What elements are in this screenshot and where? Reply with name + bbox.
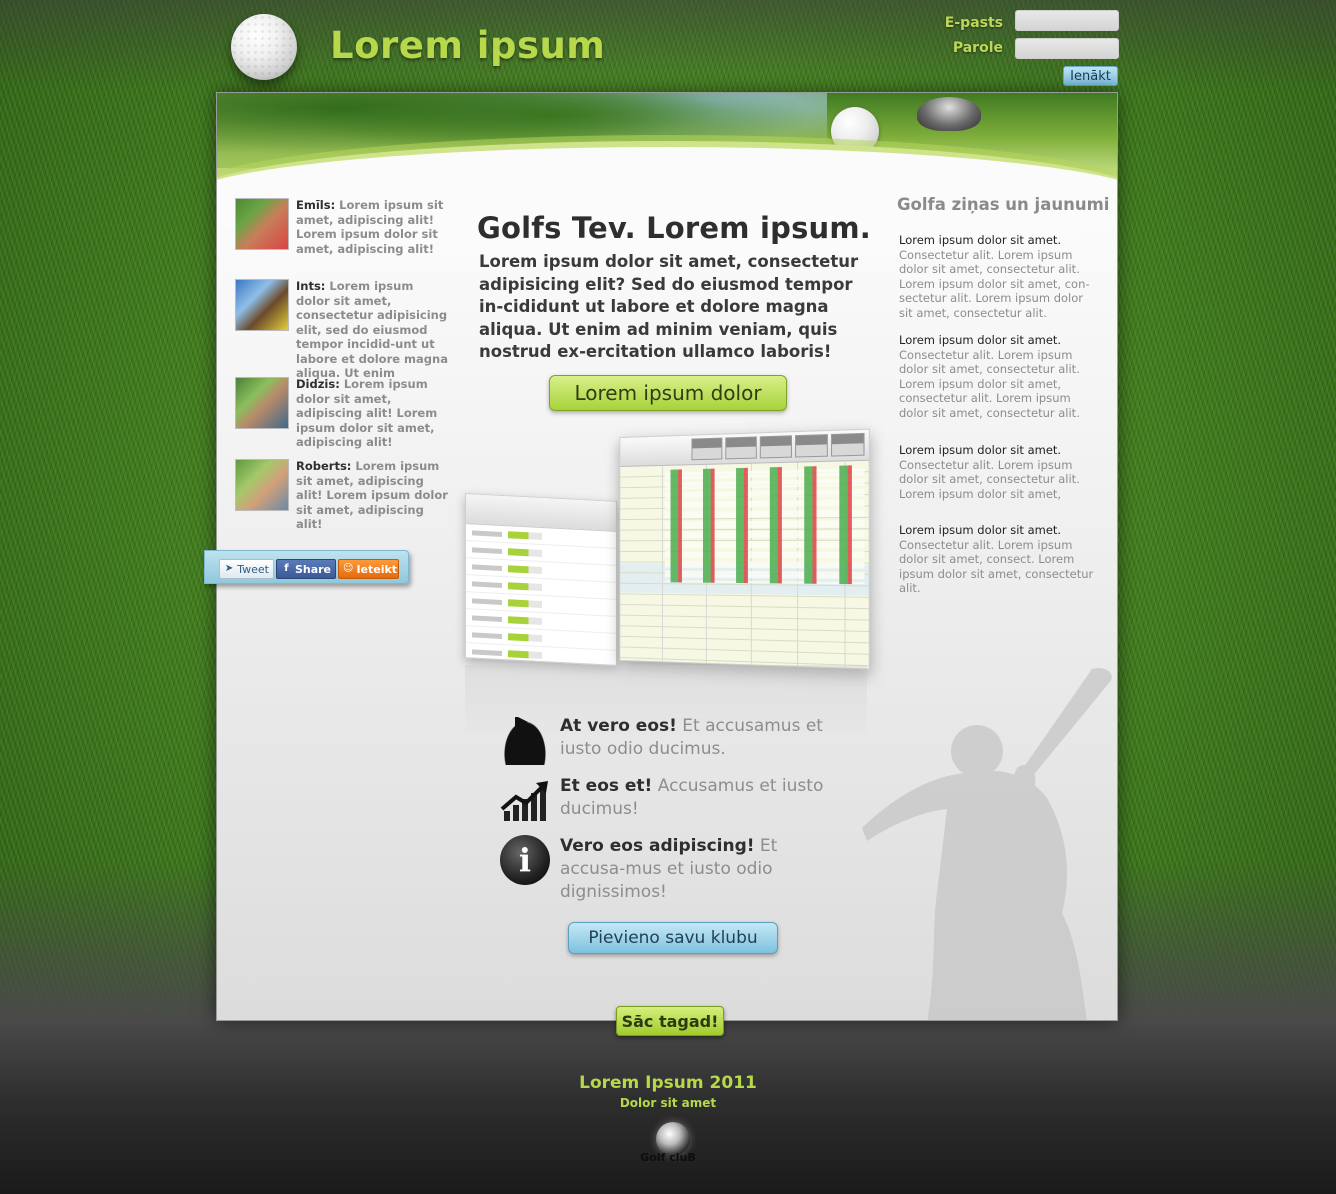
news-item[interactable]: Lorem ipsum dolor sit amet. Consectetur …: [899, 523, 1095, 596]
password-field[interactable]: [1015, 38, 1119, 59]
testimonial-name: Didzis:: [296, 377, 340, 391]
testimonial-name: Ints:: [296, 279, 326, 293]
share-label: Share: [294, 562, 331, 576]
facebook-icon: f: [284, 563, 289, 574]
tweet-label: Tweet: [237, 562, 269, 576]
avatar: [235, 377, 289, 429]
footer-logo-text: Golf cluB: [640, 1151, 696, 1164]
site-title: Lorem ipsum: [330, 24, 606, 67]
avatar: [235, 279, 289, 331]
intro-text: Lorem ipsum dolor sit amet, consectetur …: [479, 252, 859, 361]
people-icon: ☺: [343, 563, 354, 574]
testimonial-text: Lorem ipsum dolor sit amet, consectetur …: [296, 279, 448, 380]
twitter-bird-icon: ➤: [224, 563, 234, 574]
testimonial-name: Roberts:: [296, 459, 352, 473]
add-club-button[interactable]: Pievieno savu klubu: [568, 922, 778, 954]
news-text: Consectetur alit. Lorem ipsum dolor sit …: [899, 457, 1080, 501]
cta-button[interactable]: Lorem ipsum dolor: [549, 375, 787, 411]
golf-ball-logo-icon: [231, 14, 297, 80]
footer-title: Lorem Ipsum 2011: [579, 1073, 757, 1093]
news-item[interactable]: Lorem ipsum dolor sit amet. Consectetur …: [899, 333, 1095, 420]
news-item[interactable]: Lorem ipsum dolor sit amet. Consectetur …: [899, 233, 1095, 320]
info-icon: i: [500, 835, 550, 885]
recommend-button[interactable]: ☺ Ieteikt: [338, 559, 399, 579]
golf-flag-icon: [500, 715, 550, 765]
password-label: Parole: [952, 40, 1003, 56]
news-text: Consectetur alit. Lorem ipsum dolor sit …: [899, 347, 1080, 420]
news-text: Consectetur alit. Lorem ipsum dolor sit …: [899, 247, 1090, 320]
news-lead: Lorem ipsum dolor sit amet.: [899, 523, 1062, 537]
avatar: [235, 459, 289, 511]
avatar: [235, 198, 289, 250]
testimonial-emils: Emīls: Lorem ipsum sit amet, adipiscing …: [235, 198, 445, 258]
golf-club-icon: [917, 97, 981, 131]
news-lead: Lorem ipsum dolor sit amet.: [899, 233, 1062, 247]
social-share-bar: ➤ Tweet f Share ☺ Ieteikt: [204, 550, 409, 584]
testimonial-ints: Ints: Lorem ipsum dolor sit amet, consec…: [235, 279, 448, 380]
golfer-silhouette-icon: [862, 668, 1112, 1020]
feature-title: Et eos et!: [560, 776, 653, 796]
testimonial-didzis: Didzis: Lorem ipsum dolor sit amet, adip…: [235, 377, 445, 449]
start-now-button[interactable]: Sāc tagad!: [616, 1006, 724, 1036]
feature-title: At vero eos!: [560, 716, 677, 736]
news-item[interactable]: Lorem ipsum dolor sit amet. Consectetur …: [899, 443, 1095, 501]
feature-item: Et eos et! Accusamus et iusto ducimus!: [500, 775, 823, 825]
facebook-share-button[interactable]: f Share: [276, 559, 336, 579]
testimonial-name: Emīls:: [296, 198, 336, 212]
tweet-button[interactable]: ➤ Tweet: [219, 559, 274, 579]
news-lead: Lorem ipsum dolor sit amet.: [899, 333, 1062, 347]
recommend-label: Ieteikt: [356, 562, 398, 576]
news-title: Golfa ziņas un jaunumi: [897, 195, 1110, 214]
email-label: E-pasts: [944, 15, 1003, 31]
news-text: Consectetur alit. Lorem ipsum dolor sit …: [899, 537, 1094, 596]
feature-title: Vero eos adipiscing!: [560, 836, 755, 856]
growth-chart-icon: [500, 775, 550, 825]
login-button[interactable]: Ienākt: [1063, 66, 1118, 86]
testimonial-roberts: Roberts: Lorem ipsum sit amet, adipiscin…: [235, 459, 448, 531]
news-lead: Lorem ipsum dolor sit amet.: [899, 443, 1062, 457]
footer-subtitle: Dolor sit amet: [619, 1096, 717, 1110]
page-headline: Golfs Tev. Lorem ipsum.: [477, 211, 872, 245]
app-screenshot-scores: [465, 493, 617, 666]
app-screenshot-clubs-table: [619, 428, 870, 670]
feature-item: At vero eos! Et accusamus et iusto odio …: [500, 715, 823, 765]
email-field[interactable]: [1015, 10, 1119, 31]
feature-item: i Vero eos adipiscing! Et accusa-mus et …: [500, 835, 800, 902]
